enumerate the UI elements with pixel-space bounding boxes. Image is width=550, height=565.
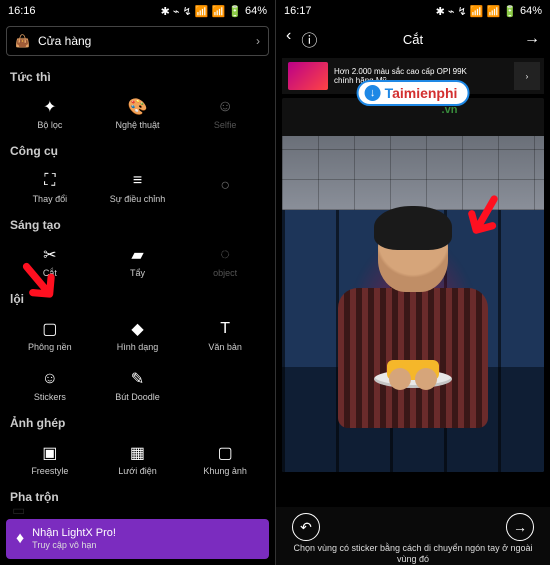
ad-image xyxy=(288,62,328,90)
status-icons: ✱ ⌁ ↯ 📶 📶 🔋 64% xyxy=(161,5,267,18)
undo-button[interactable]: ↶ xyxy=(292,513,320,541)
status-bar: 16:17 ✱ ⌁ ↯ 📶 📶 🔋 64% xyxy=(276,0,550,22)
shop-button[interactable]: 👜 Cửa hàng › xyxy=(6,26,269,56)
promo-banner[interactable]: ♦ Nhận LightX Pro! Truy cập vô hạn xyxy=(6,519,269,559)
tool-stickers[interactable]: ☺Stickers xyxy=(8,360,92,410)
chevron-right-icon: › xyxy=(256,34,260,48)
grid-icon: ▦ xyxy=(126,442,148,464)
phone-left: 16:16 ✱ ⌁ ↯ 📶 📶 🔋 64% 👜 Cửa hàng › Tức t… xyxy=(0,0,275,565)
watermark-badge: ↓ Taimienphi .vn xyxy=(357,80,470,106)
android-nav: ▭ xyxy=(0,501,275,519)
bag-icon: 👜 xyxy=(15,34,30,48)
section-collage: Ảnh ghép xyxy=(10,416,267,430)
layers-icon: ▣ xyxy=(39,442,61,464)
status-icons: ✱ ⌁ ↯ 📶 📶 🔋 64% xyxy=(436,5,542,18)
section-instant: Tức thì xyxy=(10,70,267,84)
sliders-icon: ≡ xyxy=(126,170,148,192)
tool-background[interactable]: ▢Phông nền xyxy=(8,310,92,360)
shapes-icon: ◆ xyxy=(126,318,148,340)
crop-icon: ⛶ xyxy=(39,170,61,192)
next-button[interactable]: → xyxy=(506,513,534,541)
sticker-icon: ☺ xyxy=(39,368,61,390)
hint-text: Chọn vùng có sticker bằng cách di chuyển… xyxy=(276,543,550,565)
tool-text[interactable]: TVăn bản xyxy=(183,310,267,360)
tool-selfie[interactable]: ☺Selfie xyxy=(183,88,267,138)
brush-icon: ✎ xyxy=(126,368,148,390)
tool-filter[interactable]: ✦Bộ lọc xyxy=(8,88,92,138)
palette-icon: 🎨 xyxy=(126,96,148,118)
ad-text-1: Hơn 2.000 màu sắc cao cấp OPI 99K xyxy=(334,67,467,76)
frame-icon: ▢ xyxy=(214,442,236,464)
tool-freestyle[interactable]: ▣Freestyle xyxy=(8,434,92,484)
section-create: Sáng tạo xyxy=(10,218,267,232)
back-icon[interactable]: ‹ xyxy=(286,27,291,51)
shop-label: Cửa hàng xyxy=(38,34,91,48)
ad-go-icon[interactable]: › xyxy=(514,62,540,90)
tool-grid[interactable]: ▦Lưới điện xyxy=(96,434,180,484)
editor-topbar: ‹ ⓘ Cắt → xyxy=(276,22,550,56)
recent-icon[interactable]: ▭ xyxy=(12,502,25,519)
phone-right: 16:17 ✱ ⌁ ↯ 📶 📶 🔋 64% ‹ ⓘ Cắt → Hơn 2.00… xyxy=(275,0,550,565)
editor-bottombar: ↶ → Chọn vùng có sticker bằng cách di ch… xyxy=(276,507,550,565)
tool-art[interactable]: 🎨Nghệ thuật xyxy=(96,88,180,138)
tool-doodle[interactable]: ✎Bút Doodle xyxy=(96,360,180,410)
eraser-icon: ▰ xyxy=(126,244,148,266)
text-icon: T xyxy=(214,318,236,340)
section-tools: Công cụ xyxy=(10,144,267,158)
tool-transform[interactable]: ⛶Thay đổi xyxy=(8,162,92,212)
face-icon: ☺ xyxy=(214,96,236,118)
diamond-icon: ♦ xyxy=(16,530,24,548)
editor-canvas[interactable] xyxy=(282,98,544,472)
circle-icon: ○ xyxy=(214,175,236,197)
tool-object[interactable]: ◌object xyxy=(183,236,267,286)
status-bar: 16:16 ✱ ⌁ ↯ 📶 📶 🔋 64% xyxy=(0,0,275,22)
tool-adjust[interactable]: ≡Sự điều chỉnh xyxy=(96,162,180,212)
object-icon: ◌ xyxy=(214,244,236,266)
tool-empty1: ○ xyxy=(183,162,267,212)
promo-title: Nhận LightX Pro! xyxy=(32,527,116,539)
tool-frame[interactable]: ▢Khung ảnh xyxy=(183,434,267,484)
status-time: 16:16 xyxy=(8,5,36,17)
tool-empty2 xyxy=(183,360,267,410)
editor-title: Cắt xyxy=(403,32,423,47)
tool-eraser[interactable]: ▰Tẩy xyxy=(96,236,180,286)
info-icon[interactable]: ⓘ xyxy=(301,27,317,51)
promo-sub: Truy cập vô hạn xyxy=(32,539,116,551)
tool-shape[interactable]: ◆Hình dạng xyxy=(96,310,180,360)
forward-icon[interactable]: → xyxy=(524,30,540,48)
wand-icon: ✦ xyxy=(39,96,61,118)
status-time: 16:17 xyxy=(284,5,312,17)
